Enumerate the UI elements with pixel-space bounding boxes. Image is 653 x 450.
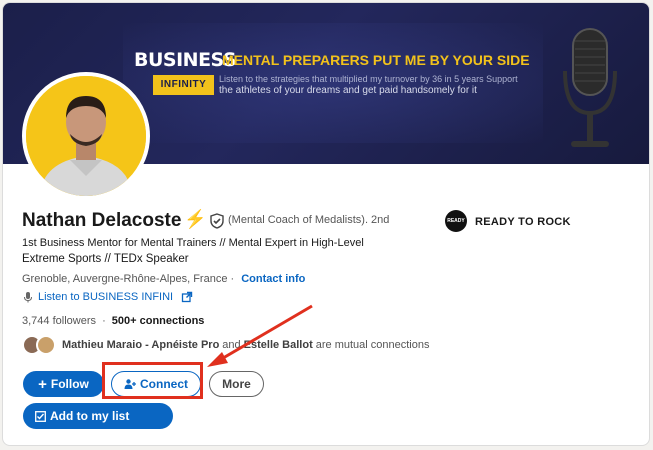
banner-tag: INFINITY (153, 75, 214, 95)
verified-shield-icon[interactable] (209, 213, 225, 229)
banner-subtext-1: Listen to the strategies that multiplied… (219, 74, 518, 84)
company-name[interactable]: READY TO ROCK (475, 216, 571, 228)
more-button[interactable]: More (209, 371, 264, 397)
mutual-name-2: Estelle Ballot (243, 339, 313, 351)
listen-link[interactable]: Listen to BUSINESS INFINI (22, 291, 193, 303)
profile-headline: 1st Business Mentor for Mental Trainers … (22, 235, 402, 267)
microphone-icon (24, 292, 32, 303)
banner-headline: MENTAL PREPARERS PUT ME BY YOUR SIDE (222, 52, 530, 68)
contact-info-link[interactable]: Contact info (241, 273, 305, 285)
mutual-and: and (222, 339, 241, 351)
lightning-icon: ⚡ (184, 209, 207, 229)
banner-subtext-2: the athletes of your dreams and get paid… (219, 85, 477, 96)
mutual-suffix: are mutual connections (315, 339, 430, 351)
follow-button[interactable]: + Follow (23, 371, 104, 397)
headline-line-1: 1st Business Mentor for Mental Trainers … (22, 237, 364, 249)
add-to-list-button[interactable]: Add to my list (23, 403, 173, 429)
microphone-icon (563, 28, 617, 147)
company-logo[interactable]: READY TO ROCK (445, 210, 467, 268)
profile-degree: (Mental Coach of Medalists). 2nd (228, 214, 390, 226)
followers-count[interactable]: 3,744 followers (22, 315, 96, 327)
profile-location: Grenoble, Auvergne-Rhône-Alpes, France ·… (22, 273, 305, 285)
plus-icon: + (38, 375, 47, 393)
follow-label: Follow (50, 377, 89, 391)
mutual-avatar-2 (36, 335, 56, 355)
profile-name: Nathan Delacoste (22, 210, 182, 231)
mutual-name-1: Mathieu Maraio - Apnéiste Pro (62, 339, 220, 351)
external-link-icon (181, 291, 193, 303)
mutual-connections[interactable]: Mathieu Maraio - Apnéiste Pro and Estell… (22, 333, 429, 357)
profile-avatar[interactable] (22, 72, 150, 200)
connect-highlight-box (102, 362, 203, 399)
headline-line-2: Extreme Sports // TEDx Speaker (22, 253, 189, 265)
profile-card: BUSINESS INFINITY MENTAL PREPARERS PUT M… (2, 2, 650, 446)
connections-count[interactable]: 500+ connections (112, 315, 205, 327)
checkbox-icon (35, 410, 46, 422)
banner-brand: BUSINESS (134, 49, 237, 71)
listen-link-text[interactable]: Listen to BUSINESS INFINI (38, 291, 173, 303)
location-text: Grenoble, Auvergne-Rhône-Alpes, France · (22, 273, 235, 285)
profile-stats: 3,744 followers · 500+ connections (22, 315, 204, 327)
add-to-list-label: Add to my list (50, 409, 130, 423)
stats-separator: · (102, 315, 106, 327)
